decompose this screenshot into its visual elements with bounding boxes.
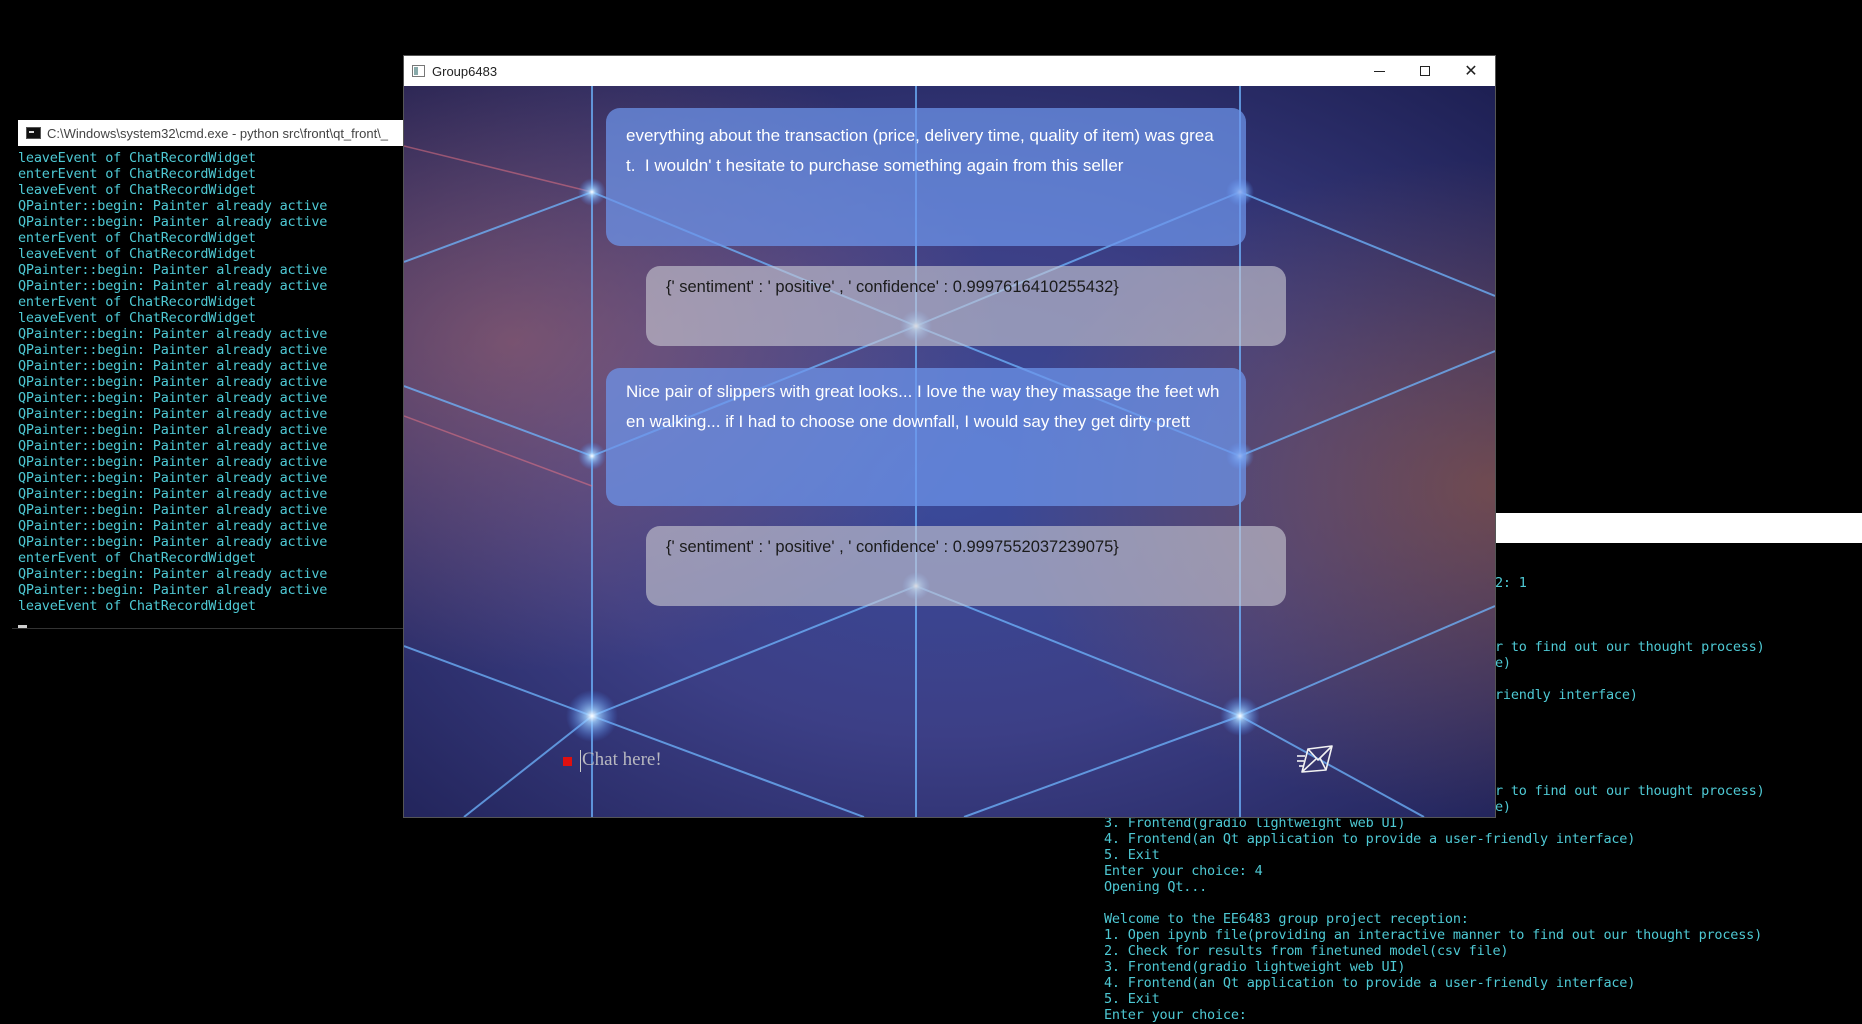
record-indicator-icon	[563, 757, 572, 766]
maximize-icon	[1420, 66, 1430, 76]
console2-fragment: e)	[1495, 655, 1511, 671]
console2-line: 1. Open ipynb file(providing an interact…	[1104, 927, 1762, 943]
text-caret	[580, 750, 581, 772]
user-message-line: everything about the transaction (price,…	[626, 126, 1214, 145]
console2-line: 4. Frontend(an Qt application to provide…	[1104, 975, 1636, 991]
console2-line: 5. Exit	[1104, 991, 1160, 1007]
cmd-line: QPainter::begin: Painter already active	[18, 566, 328, 582]
console2-line: 5. Exit	[1104, 847, 1160, 863]
cmd-line: QPainter::begin: Painter already active	[18, 502, 328, 518]
cmd-line: leaveEvent of ChatRecordWidget	[18, 182, 256, 198]
console2-line: Enter your choice:	[1104, 1007, 1247, 1023]
minimize-icon	[1373, 70, 1385, 72]
cmd-line: QPainter::begin: Painter already active	[18, 406, 328, 422]
bot-response-bubble: {' sentiment' : ' positive' , ' confiden…	[646, 526, 1286, 606]
cmd-app-icon	[26, 127, 41, 139]
close-icon: ✕	[1464, 61, 1478, 80]
cmd-line: QPainter::begin: Painter already active	[18, 326, 328, 342]
cmd-line: QPainter::begin: Painter already active	[18, 486, 328, 502]
qt-window-title: Group6483	[432, 63, 498, 79]
qt-titlebar[interactable]: Group6483 ✕	[404, 56, 1495, 86]
cmd-line: QPainter::begin: Painter already active	[18, 262, 328, 278]
console2-line: 4. Frontend(an Qt application to provide…	[1104, 831, 1636, 847]
cmd-line: enterEvent of ChatRecordWidget	[18, 166, 256, 182]
send-button[interactable]	[1296, 741, 1336, 777]
cmd-line: enterEvent of ChatRecordWidget	[18, 230, 256, 246]
console2-line: Opening Qt...	[1104, 879, 1208, 895]
cmd-line: QPainter::begin: Painter already active	[18, 374, 328, 390]
console2-fragment: 2: 1	[1495, 575, 1527, 591]
user-message-bubble: everything about the transaction (price,…	[606, 108, 1246, 246]
cmd-line: QPainter::begin: Painter already active	[18, 214, 328, 230]
cmd-line: QPainter::begin: Painter already active	[18, 438, 328, 454]
bot-response-text: {' sentiment' : ' positive' , ' confiden…	[666, 538, 1119, 556]
chat-area: everything about the transaction (price,…	[404, 86, 1495, 817]
console2-line: 3. Frontend(gradio lightweight web UI)	[1104, 815, 1406, 831]
console2-fragment: e)	[1495, 799, 1511, 815]
cmd-line: QPainter::begin: Painter already active	[18, 278, 328, 294]
chat-input-row	[558, 746, 1078, 774]
user-message-line: Nice pair of slippers with great looks..…	[626, 382, 1220, 401]
cmd-title: C:\Windows\system32\cmd.exe - python src…	[47, 125, 389, 141]
console2-fragment: riendly interface)	[1495, 687, 1638, 703]
user-message-line: t. I wouldn' t hesitate to purchase some…	[626, 156, 1124, 175]
cmd-line: leaveEvent of ChatRecordWidget	[18, 150, 256, 166]
cmd-line: QPainter::begin: Painter already active	[18, 422, 328, 438]
cmd-line: QPainter::begin: Painter already active	[18, 454, 328, 470]
chat-input[interactable]	[580, 746, 1062, 774]
cmd-line: enterEvent of ChatRecordWidget	[18, 550, 256, 566]
cmd-line: enterEvent of ChatRecordWidget	[18, 294, 256, 310]
console2-fragment: r to find out our thought process)	[1495, 639, 1765, 655]
console2-fragment: r to find out our thought process)	[1495, 783, 1765, 799]
minimize-button[interactable]	[1356, 56, 1402, 86]
bot-response-bubble: {' sentiment' : ' positive' , ' confiden…	[646, 266, 1286, 346]
user-message-bubble: Nice pair of slippers with great looks..…	[606, 368, 1246, 506]
cmd-line: QPainter::begin: Painter already active	[18, 390, 328, 406]
bot-response-text: {' sentiment' : ' positive' , ' confiden…	[666, 278, 1119, 296]
cmd-line: QPainter::begin: Painter already active	[18, 342, 328, 358]
user-message-line: en walking... if I had to choose one dow…	[626, 412, 1191, 431]
cmd-line: QPainter::begin: Painter already active	[18, 358, 328, 374]
cmd-titlebar[interactable]: C:\Windows\system32\cmd.exe - python src…	[18, 120, 408, 146]
console2-titlebar[interactable]	[1495, 513, 1862, 543]
cmd-line: leaveEvent of ChatRecordWidget	[18, 598, 256, 614]
cmd-window: C:\Windows\system32\cmd.exe - python src…	[18, 120, 408, 630]
console2-output: 3. Frontend(gradio lightweight web UI) 4…	[1104, 815, 1762, 1023]
close-button[interactable]: ✕	[1448, 56, 1494, 86]
console2-line: 2. Check for results from finetuned mode…	[1104, 943, 1509, 959]
cmd-line: QPainter::begin: Painter already active	[18, 470, 328, 486]
cmd-line: leaveEvent of ChatRecordWidget	[18, 246, 256, 262]
cmd-line: QPainter::begin: Painter already active	[18, 534, 328, 550]
maximize-button[interactable]	[1402, 56, 1448, 86]
cmd-output: leaveEvent of ChatRecordWidget enterEven…	[18, 150, 327, 614]
cmd-line: QPainter::begin: Painter already active	[18, 198, 328, 214]
console2-line: 3. Frontend(gradio lightweight web UI)	[1104, 959, 1406, 975]
console2-line: Welcome to the EE6483 group project rece…	[1104, 911, 1469, 927]
cmd-line: leaveEvent of ChatRecordWidget	[18, 310, 256, 326]
cmd-line: QPainter::begin: Painter already active	[18, 582, 328, 598]
cmd-scrollbar[interactable]	[12, 628, 408, 629]
qt-app-window: Group6483 ✕ everything about the transac…	[404, 56, 1495, 817]
console2-line	[1104, 895, 1762, 911]
qt-app-icon	[412, 65, 425, 77]
console2-line: Enter your choice: 4	[1104, 863, 1263, 879]
cmd-line: QPainter::begin: Painter already active	[18, 518, 328, 534]
send-mail-icon	[1297, 745, 1333, 773]
